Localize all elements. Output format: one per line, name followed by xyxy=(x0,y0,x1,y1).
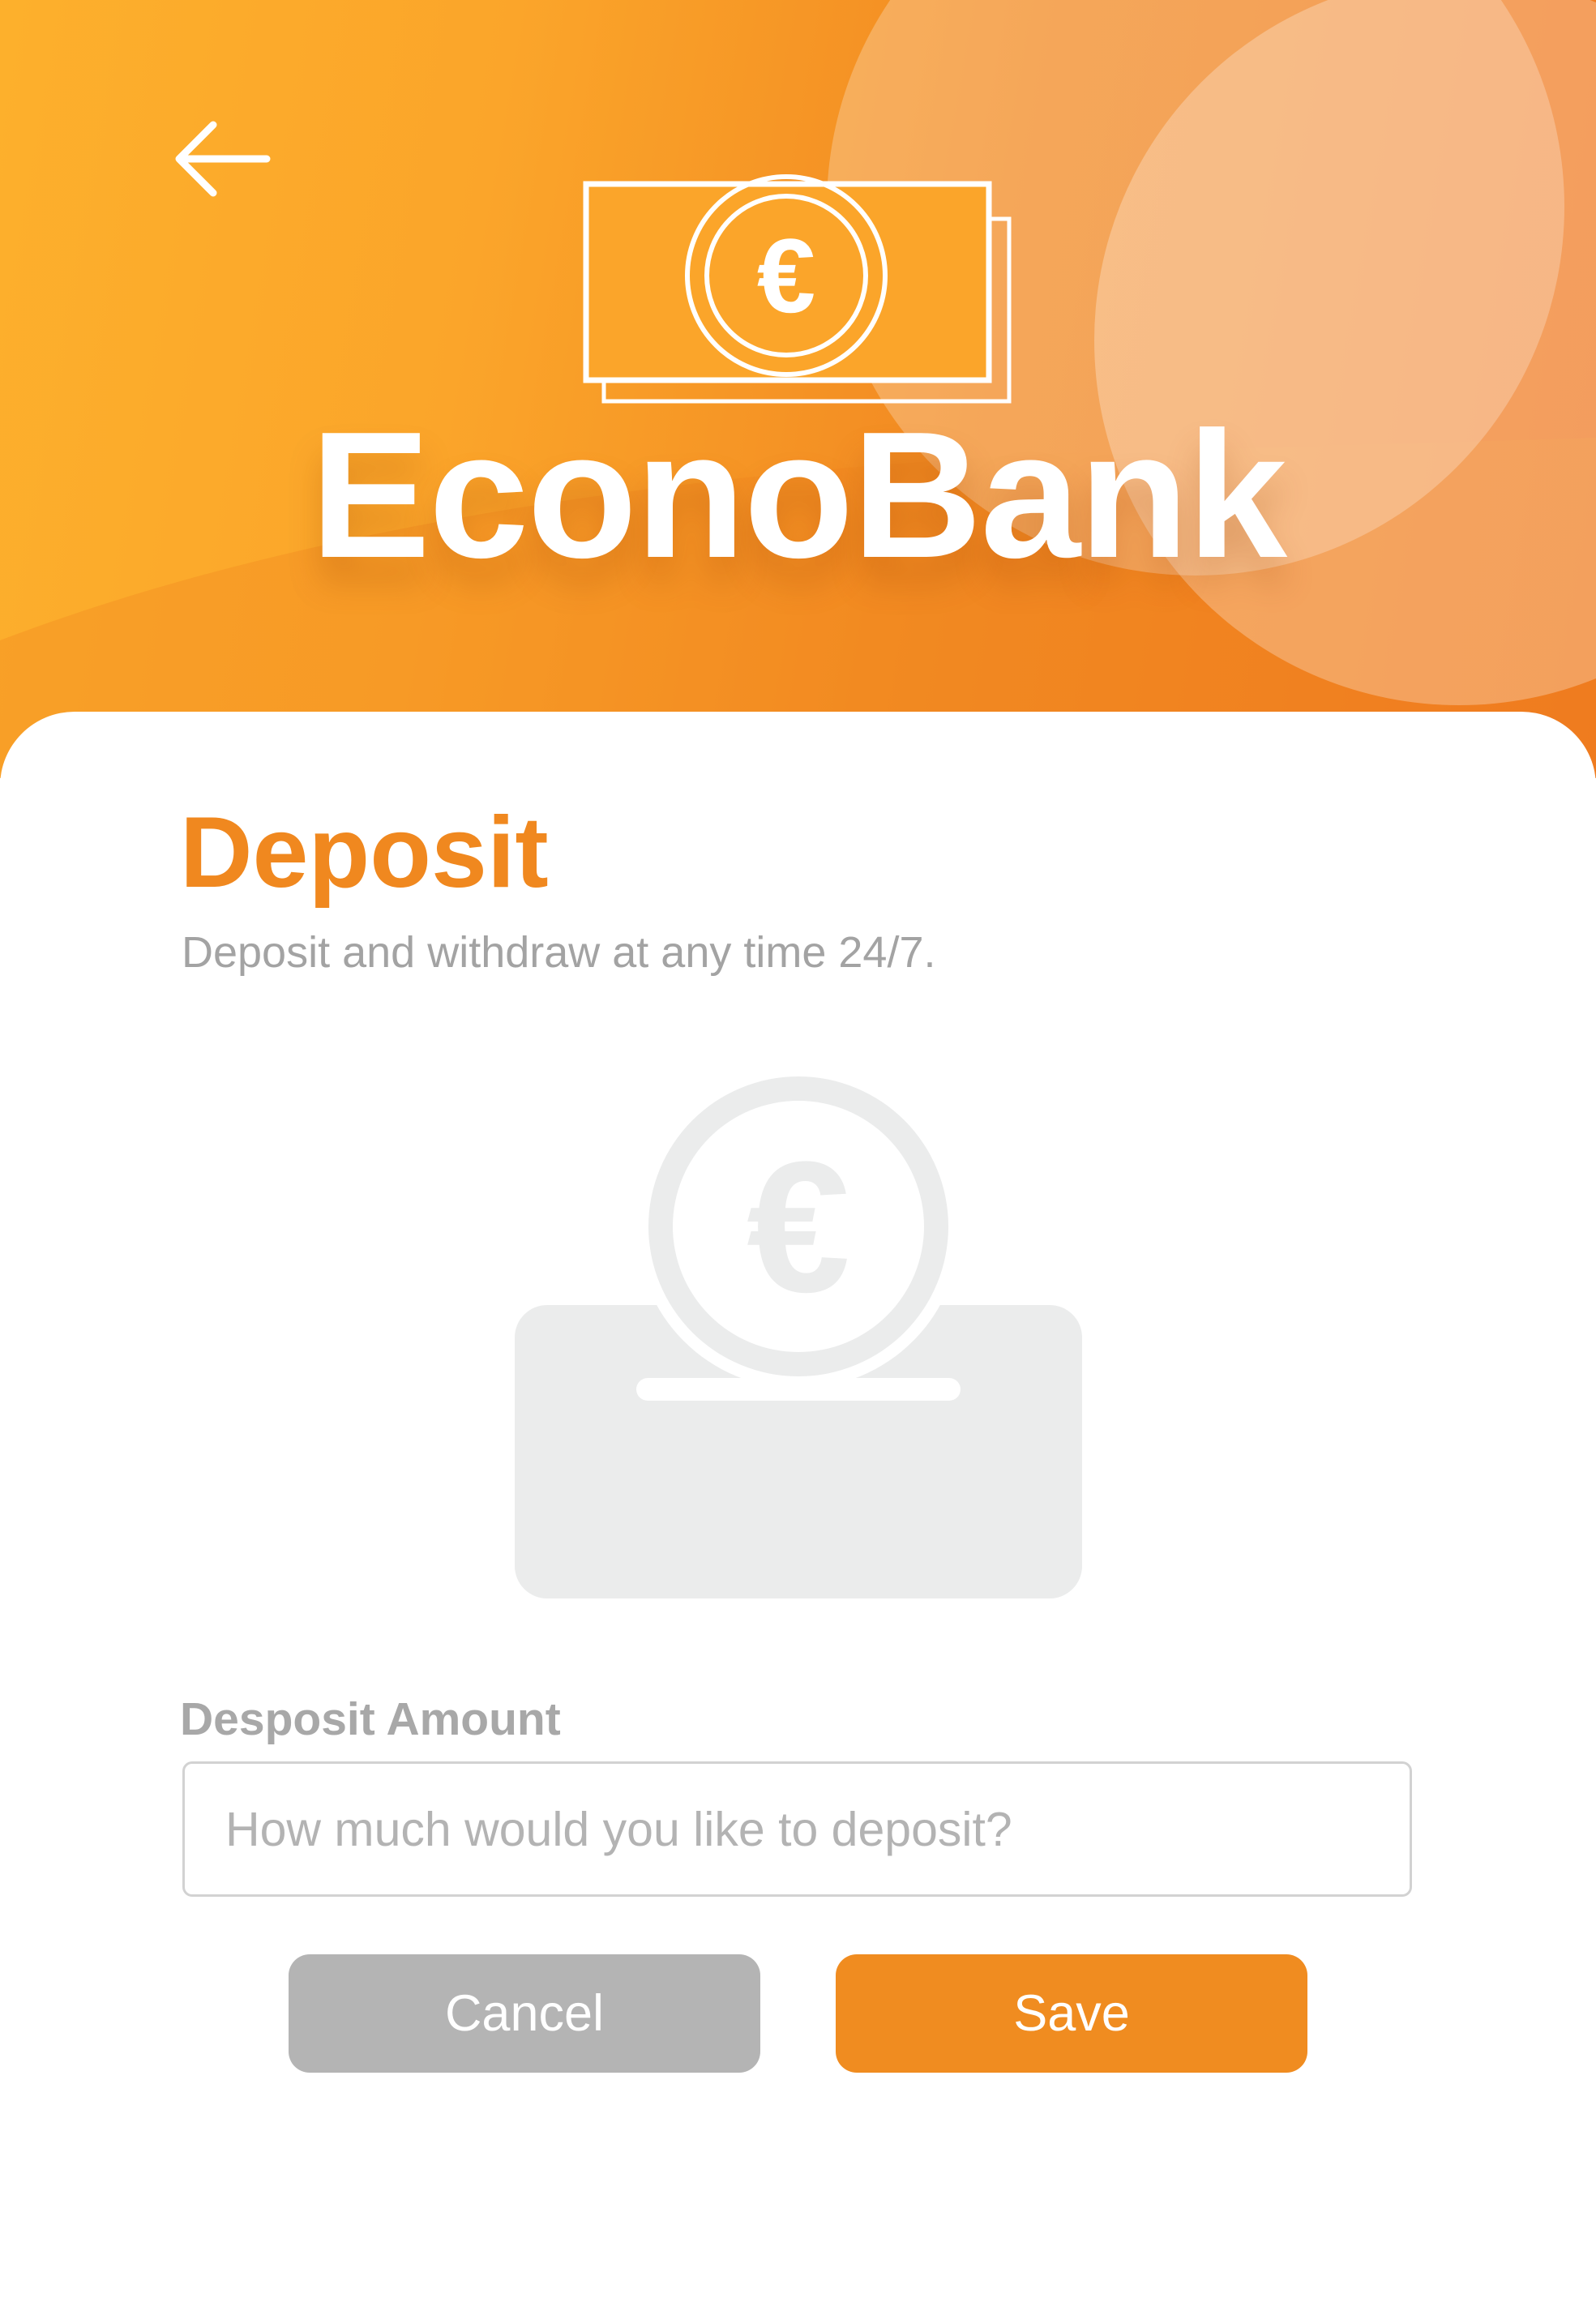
page-title: Deposit xyxy=(180,797,549,909)
cancel-button[interactable]: Cancel xyxy=(289,1954,760,2073)
arrow-left-icon xyxy=(175,121,271,197)
brand-title: EconoBank xyxy=(310,395,1287,596)
page-subtitle: Deposit and withdraw at any time 24/7. xyxy=(182,928,936,977)
euro-coin-deposit-box-icon: € xyxy=(515,1074,1082,1598)
back-button[interactable] xyxy=(166,113,272,203)
svg-text:€: € xyxy=(747,1123,850,1331)
app-header: € EconoBank xyxy=(0,0,1596,778)
euro-banknote-icon: € xyxy=(583,174,1012,404)
svg-text:€: € xyxy=(757,216,815,335)
save-button[interactable]: Save xyxy=(836,1954,1307,2073)
amount-label: Desposit Amount xyxy=(180,1693,561,1745)
amount-input[interactable] xyxy=(182,1761,1412,1897)
